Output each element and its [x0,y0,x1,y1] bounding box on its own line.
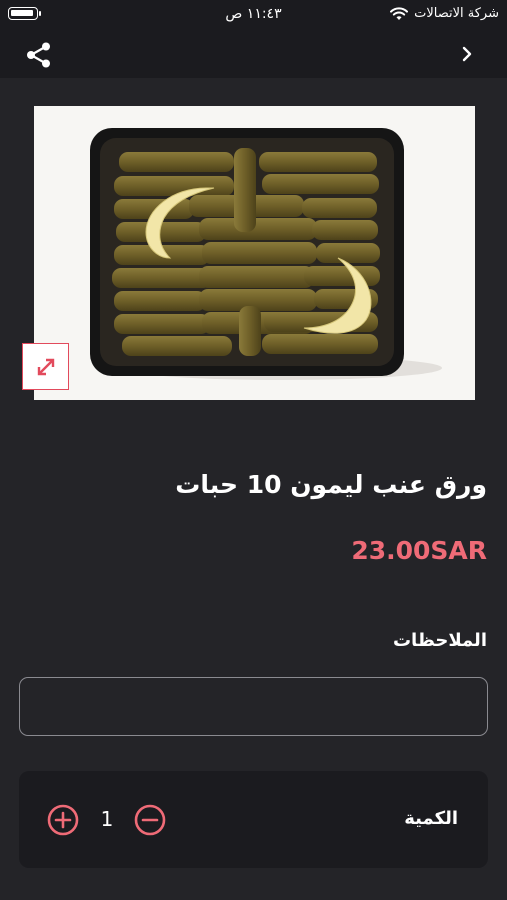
navigation-bar [0,30,507,78]
carrier-info: شركة الاتصالات [390,6,499,21]
notes-label: الملاحظات [392,630,487,651]
share-icon[interactable] [24,40,54,70]
expand-icon [37,358,54,375]
chevron-right-icon[interactable] [457,44,477,64]
expand-image-button[interactable] [22,343,69,390]
quantity-panel: الكمية 1 [19,771,488,868]
plus-circle-icon[interactable] [47,804,79,836]
product-price: 23.00SAR [351,536,487,565]
notes-input[interactable] [19,677,488,736]
minus-circle-icon[interactable] [134,804,166,836]
carrier-name: شركة الاتصالات [414,6,499,21]
wifi-icon [390,6,409,20]
status-bar: ١١:٤٣ ص شركة الاتصالات [0,0,507,30]
product-image [34,106,475,400]
food-tray-illustration [90,128,442,380]
product-title: ورق عنب ليمون 10 حبات [175,470,487,499]
quantity-value: 1 [100,807,114,831]
quantity-label: الكمية [404,808,458,829]
